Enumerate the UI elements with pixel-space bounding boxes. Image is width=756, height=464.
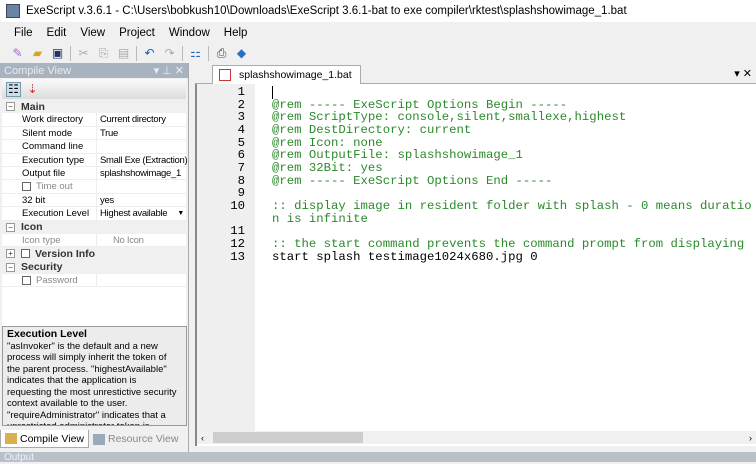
property-row[interactable]: Command line [2,140,186,154]
paste-icon[interactable]: ▤ [116,46,131,61]
undo-icon[interactable]: ↶ [142,46,157,61]
description-pane: Execution Level "asInvoker" is the defau… [2,326,187,426]
line-text: @rem DestDirectory: current [272,123,472,138]
sort-alpha-icon[interactable]: ⇣ [25,82,40,97]
menu-bar: File Edit View Project Window Help [0,24,756,42]
line-text: start splash testimage1024x680.jpg 0 [272,249,538,264]
code-line[interactable]: 13 start splash testimage1024x680.jpg 0 [197,251,752,264]
toolbar: ✎ ▰ ▣ ✂ ⎘ ▤ ↶ ↷ ⚏ ⎙ ◆ [0,43,250,63]
property-row[interactable]: Output file splashshowimage_1 [2,166,186,181]
menu-window[interactable]: Window [169,27,210,39]
tab-resource-view[interactable]: Resource View [89,430,182,448]
toolbar-separator [182,45,183,61]
title-bar: ExeScript v.3.6.1 - C:\Users\bobkush10\D… [0,0,756,22]
category-version-info[interactable]: + Version Info [2,247,186,261]
output-panel-header[interactable]: Output [0,452,756,463]
menu-project[interactable]: Project [119,27,155,39]
line-text: :: display image in resident folder with… [272,199,752,226]
line-number: 13 [230,249,245,264]
code-line[interactable]: 12:: the start command prevents the comm… [197,238,752,251]
property-row-execution-level[interactable]: Execution Level Highest available ▼ [2,207,186,221]
code-line[interactable]: 4 @rem DestDirectory: current [197,124,752,137]
password-checkbox[interactable] [22,276,31,286]
code-line[interactable]: 10:: display image in resident folder wi… [197,199,752,226]
property-row[interactable]: Silent mode True [2,126,186,141]
horizontal-scrollbar[interactable]: ‹ › [197,431,756,444]
property-row-password[interactable]: Password [2,274,186,288]
scrollbar-thumb[interactable] [213,432,363,443]
category-main[interactable]: − Main [2,100,186,114]
menu-edit[interactable]: Edit [47,27,67,39]
toolbar-separator [70,45,71,61]
new-file-icon[interactable]: ✎ [10,46,25,61]
open-folder-icon[interactable]: ▰ [30,46,45,61]
tab-splashshowimage[interactable]: splashshowimage_1.bat [212,65,361,84]
property-toolbar: ☷ ⇣ [2,79,186,99]
line-number: 7 [237,161,245,176]
menu-view[interactable]: View [80,27,105,39]
save-icon[interactable]: ▣ [50,46,65,61]
scroll-left-icon[interactable]: ‹ [201,433,204,443]
timeout-checkbox[interactable] [22,182,31,192]
editor-tab-controls[interactable]: ▾ ✕ [734,67,752,80]
line-number: 1 [237,85,245,99]
property-row[interactable]: Icon type No Icon [2,233,186,248]
category-security[interactable]: − Security [2,260,186,275]
property-row-timeout[interactable]: Time out [2,180,186,194]
panel-title: Compile View [4,64,72,77]
bat-file-icon [219,69,231,81]
description-text: "asInvoker" is the default and a new pro… [7,340,177,426]
compile-icon [5,433,17,444]
property-grid: − Main Work directory Current directory Si… [2,100,188,326]
property-row[interactable]: 32 bit yes [2,193,186,208]
toolbar-separator [136,45,137,61]
category-icon[interactable]: − Icon [2,220,186,234]
tab-compile-view[interactable]: Compile View [0,430,89,448]
line-text: @rem 32Bit: yes [272,161,383,176]
line-text: @rem ----- ExeScript Options End ----- [272,173,553,188]
property-row[interactable]: Work directory Current directory [2,113,186,127]
line-text: :: the start command prevents the comman… [272,237,745,252]
app-icon [6,4,20,18]
about-icon[interactable]: ◆ [234,46,249,61]
description-title: Execution Level [7,328,87,340]
menu-help[interactable]: Help [224,27,248,39]
line-text [272,86,280,99]
code-editor[interactable]: 1 2 @rem ----- ExeScript Options Begin --… [195,84,756,446]
build-icon[interactable]: ⚏ [188,46,203,61]
chevron-down-icon[interactable]: ▼ [177,207,184,220]
menu-file[interactable]: File [14,27,33,39]
property-row[interactable]: Execution type Small Exe (Extraction) [2,153,188,167]
copy-icon[interactable]: ⎘ [96,46,111,61]
scroll-right-icon[interactable]: › [749,433,752,443]
categorized-icon[interactable]: ☷ [6,81,21,97]
line-number: 4 [237,123,245,138]
line-number: 12 [230,237,245,252]
code-line[interactable]: 1 [197,86,752,99]
panel-controls[interactable]: ▾ ⊥ ✕ [154,64,184,77]
line-number: 10 [230,199,245,214]
version-info-checkbox[interactable] [21,249,30,259]
code-lines[interactable]: 1 2 @rem ----- ExeScript Options Begin --… [197,86,752,263]
compile-view-header: Compile View ▾ ⊥ ✕ [0,63,188,78]
window-title: ExeScript v.3.6.1 - C:\Users\bobkush10\D… [26,5,627,17]
resource-icon [93,433,105,445]
print-icon[interactable]: ⎙ [214,46,229,61]
code-line[interactable]: 7 @rem 32Bit: yes [197,162,752,175]
cut-icon[interactable]: ✂ [76,46,91,61]
left-panel-tabs: Compile View Resource View [0,430,189,450]
editor-tab-bar: splashshowimage_1.bat ▾ ✕ [195,64,756,84]
toolbar-separator [208,45,209,61]
code-line[interactable]: 8 @rem ----- ExeScript Options End ----- [197,175,752,188]
redo-icon[interactable]: ↷ [162,46,177,61]
